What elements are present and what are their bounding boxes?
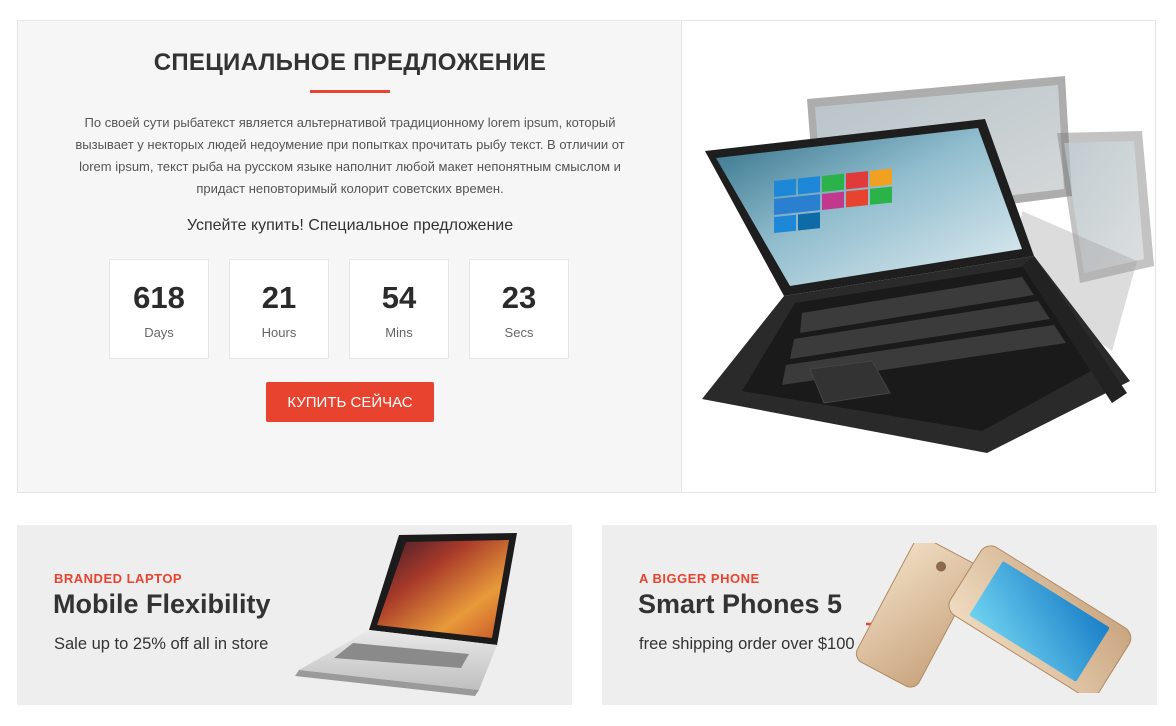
banner-title: Mobile Flexibility — [53, 589, 271, 619]
countdown-secs: 23 Secs — [469, 259, 569, 359]
banner-bigger-phone[interactable]: A BIGGER PHONE Smart Phones 5 free shipp… — [602, 525, 1157, 705]
countdown-label: Hours — [261, 325, 297, 340]
banner-eyebrow: BRANDED LAPTOP — [54, 571, 183, 586]
buy-now-button[interactable]: КУПИТЬ СЕЙЧАС — [266, 382, 434, 422]
smartphones-image — [855, 543, 1132, 693]
countdown-hours: 21 Hours — [229, 259, 329, 359]
countdown-value: 54 — [381, 280, 417, 315]
banner-title: Smart Phones 5 — [638, 589, 843, 619]
countdown-value: 23 — [501, 280, 537, 315]
title-underline — [310, 90, 390, 93]
countdown-label: Secs — [504, 325, 534, 340]
offer-title: СПЕЦИАЛЬНОЕ ПРЕДЛОЖЕНИЕ — [153, 49, 547, 76]
banner-subtitle: Sale up to 25% off all in store — [54, 635, 269, 653]
countdown-label: Mins — [385, 325, 413, 340]
offer-info-panel: СПЕЦИАЛЬНОЕ ПРЕДЛОЖЕНИЕ По своей сути ры… — [18, 21, 682, 492]
banner-subtitle: free shipping order over $100 — [639, 635, 855, 653]
convertible-laptop-image[interactable] — [682, 21, 1155, 492]
banner-eyebrow: A BIGGER PHONE — [639, 571, 760, 586]
countdown-value: 618 — [133, 280, 185, 315]
banner-branded-laptop[interactable]: BRANDED LAPTOP Mobile Flexibility Sale u… — [17, 525, 572, 705]
offer-description: По своей сути рыбатекст является альтерн… — [75, 115, 625, 196]
countdown-value: 21 — [261, 280, 297, 315]
countdown-days: 618 Days — [109, 259, 209, 359]
countdown-mins: 54 Mins — [349, 259, 449, 359]
countdown-label: Days — [144, 325, 174, 340]
offer-subtitle: Успейте купить! Специальное предложение — [186, 217, 514, 234]
laptop-image — [295, 533, 517, 696]
special-offer-section: СПЕЦИАЛЬНОЕ ПРЕДЛОЖЕНИЕ По своей сути ры… — [17, 20, 1156, 493]
